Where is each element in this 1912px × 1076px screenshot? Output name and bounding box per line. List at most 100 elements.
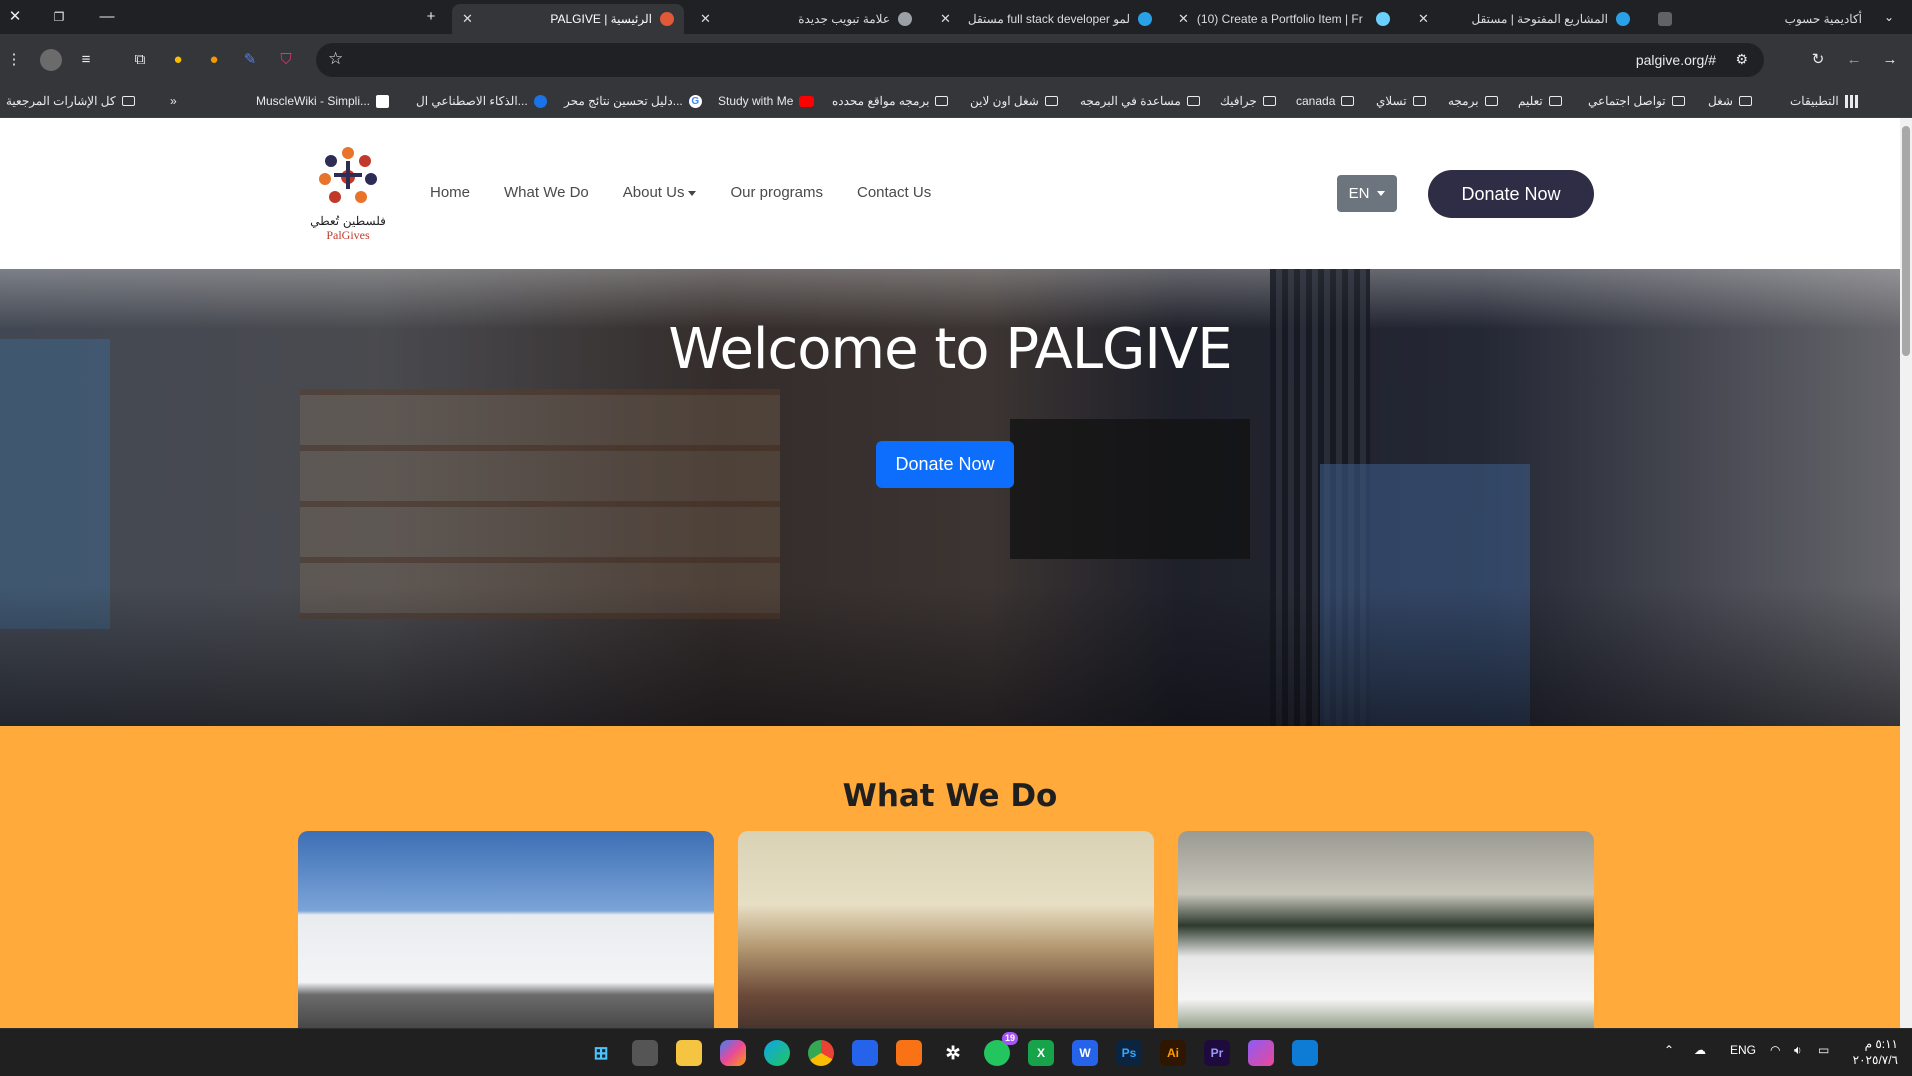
bookmark-apps[interactable]: التطبيقات (1790, 94, 1858, 108)
extension-shield-icon[interactable]: ⛉ (276, 50, 296, 70)
illustrator-icon[interactable]: Ai (1160, 1040, 1186, 1066)
copilot-icon[interactable] (720, 1040, 746, 1066)
bookmark-ai[interactable]: الذكاء الاصطناعي ال... (416, 94, 547, 108)
bookmark-folder-fun[interactable]: تسلاي (1376, 94, 1426, 108)
hero-donate-now-button[interactable]: Donate Now (876, 441, 1014, 488)
bookmarks-overflow-icon[interactable]: » (170, 94, 177, 108)
edge-icon[interactable] (764, 1040, 790, 1066)
file-explorer-icon[interactable] (676, 1040, 702, 1066)
hero-title: Welcome to PALGIVE (668, 317, 1232, 382)
bookmark-label: canada (1296, 94, 1336, 108)
close-tab-icon[interactable]: ✕ (462, 11, 473, 27)
tab-mostaql-projects[interactable]: ✕ المشاريع المفتوحة | مستقل (1408, 4, 1640, 34)
bookmark-folder-social[interactable]: تواصل اجتماعي (1588, 94, 1685, 108)
bookmark-folder-programming[interactable]: برمجه (1448, 94, 1498, 108)
tab-portfolio[interactable]: ✕ (10) Create a Portfolio Item | Fr (1168, 4, 1400, 34)
start-button-icon[interactable]: ⊞ (588, 1040, 614, 1066)
extension-bulb-icon[interactable]: ● (168, 50, 188, 70)
close-tab-icon[interactable]: ✕ (1178, 11, 1189, 27)
program-card-image-library-session[interactable] (738, 831, 1154, 1028)
chrome-icon[interactable] (808, 1040, 834, 1066)
tab-hsoub-academy[interactable]: أكاديمية حسوب (1648, 4, 1872, 34)
nav-contact-us[interactable]: Contact Us (857, 184, 931, 201)
premiere-icon[interactable]: Pr (1204, 1040, 1230, 1066)
url-text[interactable]: palgive.org/# (1636, 52, 1716, 68)
close-window-icon[interactable]: ✕ (6, 8, 24, 26)
nav-about-us[interactable]: About Us (623, 184, 697, 201)
apps-icon (1844, 94, 1858, 108)
close-tab-icon[interactable]: ✕ (700, 11, 711, 27)
folder-icon (121, 96, 135, 106)
tab-search-icon[interactable]: ⌄ (1880, 8, 1898, 26)
photoshop-icon[interactable]: Ps (1116, 1040, 1142, 1066)
close-tab-icon[interactable]: ✕ (1418, 11, 1429, 27)
whatsapp-icon[interactable]: 19 (984, 1032, 1018, 1066)
nav-what-we-do[interactable]: What We Do (504, 184, 589, 201)
input-language[interactable]: ENG (1730, 1043, 1756, 1057)
vscode-icon[interactable] (1292, 1040, 1318, 1066)
bookmark-folder-online-work[interactable]: شغل اون لاين (970, 94, 1058, 108)
excel-icon[interactable]: X (1028, 1040, 1054, 1066)
language-dropdown[interactable]: EN (1337, 175, 1397, 212)
bookmark-folder-graphic[interactable]: جرافيك (1220, 94, 1276, 108)
profile-avatar[interactable] (40, 49, 62, 71)
all-bookmarks[interactable]: كل الإشارات المرجعية (6, 94, 135, 108)
what-we-do-title: What We Do (842, 778, 1058, 814)
main-nav: Home What We Do About Us Our programs Co… (430, 184, 931, 201)
tab-new-tab[interactable]: ✕ علامة تبويب جديدة (690, 4, 922, 34)
extensions-icon[interactable]: ⧉ (130, 50, 150, 70)
language-label: EN (1348, 185, 1370, 202)
bookmark-seo-guide[interactable]: دليل تحسين نتائج محر... G (564, 94, 702, 108)
bookmark-folder-sites[interactable]: برمجه مواقع محدده (832, 94, 949, 108)
bookmark-study-with-me[interactable]: Study with Me (718, 94, 815, 108)
bookmark-folder-canada[interactable]: canada (1296, 94, 1355, 108)
bookmark-label: برمجه (1448, 94, 1479, 108)
minimize-window-icon[interactable]: — (98, 8, 116, 26)
scrollbar-thumb[interactable] (1902, 126, 1910, 356)
tab-title: المشاريع المفتوحة | مستقل (1471, 12, 1608, 26)
tab-title: مستقل full stack developer لمو (967, 12, 1130, 26)
bookmark-folder-education[interactable]: تعليم (1518, 94, 1562, 108)
xampp-icon[interactable] (896, 1040, 922, 1066)
wifi-icon[interactable]: ◠ (1770, 1043, 1780, 1057)
donate-now-nav-button[interactable]: Donate Now (1428, 170, 1594, 218)
nav-home[interactable]: Home (430, 184, 470, 201)
word-icon[interactable]: W (1072, 1040, 1098, 1066)
windows-taskbar: ⊞ ✲ 19 X W Ps Ai Pr ⌃ ☁ ENG ◠ 🔉︎ ▭ ٥:١١ … (0, 1028, 1912, 1076)
palgives-logo[interactable]: فلسطين تُعطي PalGives (306, 143, 390, 243)
back-icon[interactable]: → (1880, 50, 1900, 70)
extension-burger-icon[interactable]: ● (204, 50, 224, 70)
reading-list-icon[interactable]: ≡ (76, 50, 96, 70)
bookmark-folder-programming-help[interactable]: مساعدة في البرمجه (1080, 94, 1200, 108)
forward-icon[interactable]: ← (1844, 50, 1864, 70)
close-tab-icon[interactable]: ✕ (940, 11, 951, 27)
reload-icon[interactable]: ↻ (1808, 50, 1828, 70)
tray-chevron-up-icon[interactable]: ⌃ (1664, 1043, 1674, 1057)
new-tab-button[interactable]: + (422, 8, 440, 26)
task-view-icon[interactable] (632, 1040, 658, 1066)
microsoft-store-icon[interactable] (852, 1040, 878, 1066)
extension-pen-icon[interactable]: ✎ (240, 50, 260, 70)
tab-mostaql-fullstack[interactable]: ✕ مستقل full stack developer لمو (930, 4, 1162, 34)
bookmark-folder-work[interactable]: شغل (1708, 94, 1752, 108)
hero-section: Welcome to PALGIVE Donate Now (0, 269, 1900, 726)
chatgpt-icon[interactable]: ✲ (940, 1040, 966, 1066)
system-clock[interactable]: ٥:١١ م ٢٠٢٥/٧/٦ (1853, 1036, 1898, 1068)
program-card-image-wall-painting[interactable] (298, 831, 714, 1028)
volume-icon[interactable]: 🔉︎ (1794, 1043, 1802, 1058)
program-card-image-greenhouse[interactable] (1178, 831, 1594, 1028)
folder-icon (1341, 96, 1355, 106)
folder-icon (935, 96, 949, 106)
bookmark-musclewiki[interactable]: MuscleWiki - Simpli... (256, 94, 390, 108)
battery-icon[interactable]: ▭ (1818, 1043, 1829, 1057)
site-settings-icon[interactable]: ⚙ (1735, 51, 1748, 68)
address-bar[interactable]: ☆ palgive.org/# ⚙ (316, 43, 1764, 77)
nav-our-programs[interactable]: Our programs (730, 184, 823, 201)
onedrive-icon[interactable]: ☁ (1694, 1043, 1706, 1057)
restore-window-icon[interactable]: ❐ (50, 8, 68, 26)
bookmark-star-icon[interactable]: ☆ (328, 49, 343, 69)
tab-palgive[interactable]: ✕ PALGIVE | الرئيسية (452, 4, 684, 34)
instagram-icon[interactable] (1248, 1040, 1274, 1066)
page-scrollbar[interactable] (1900, 118, 1912, 1028)
menu-kebab-icon[interactable]: ⋮ (4, 50, 24, 70)
